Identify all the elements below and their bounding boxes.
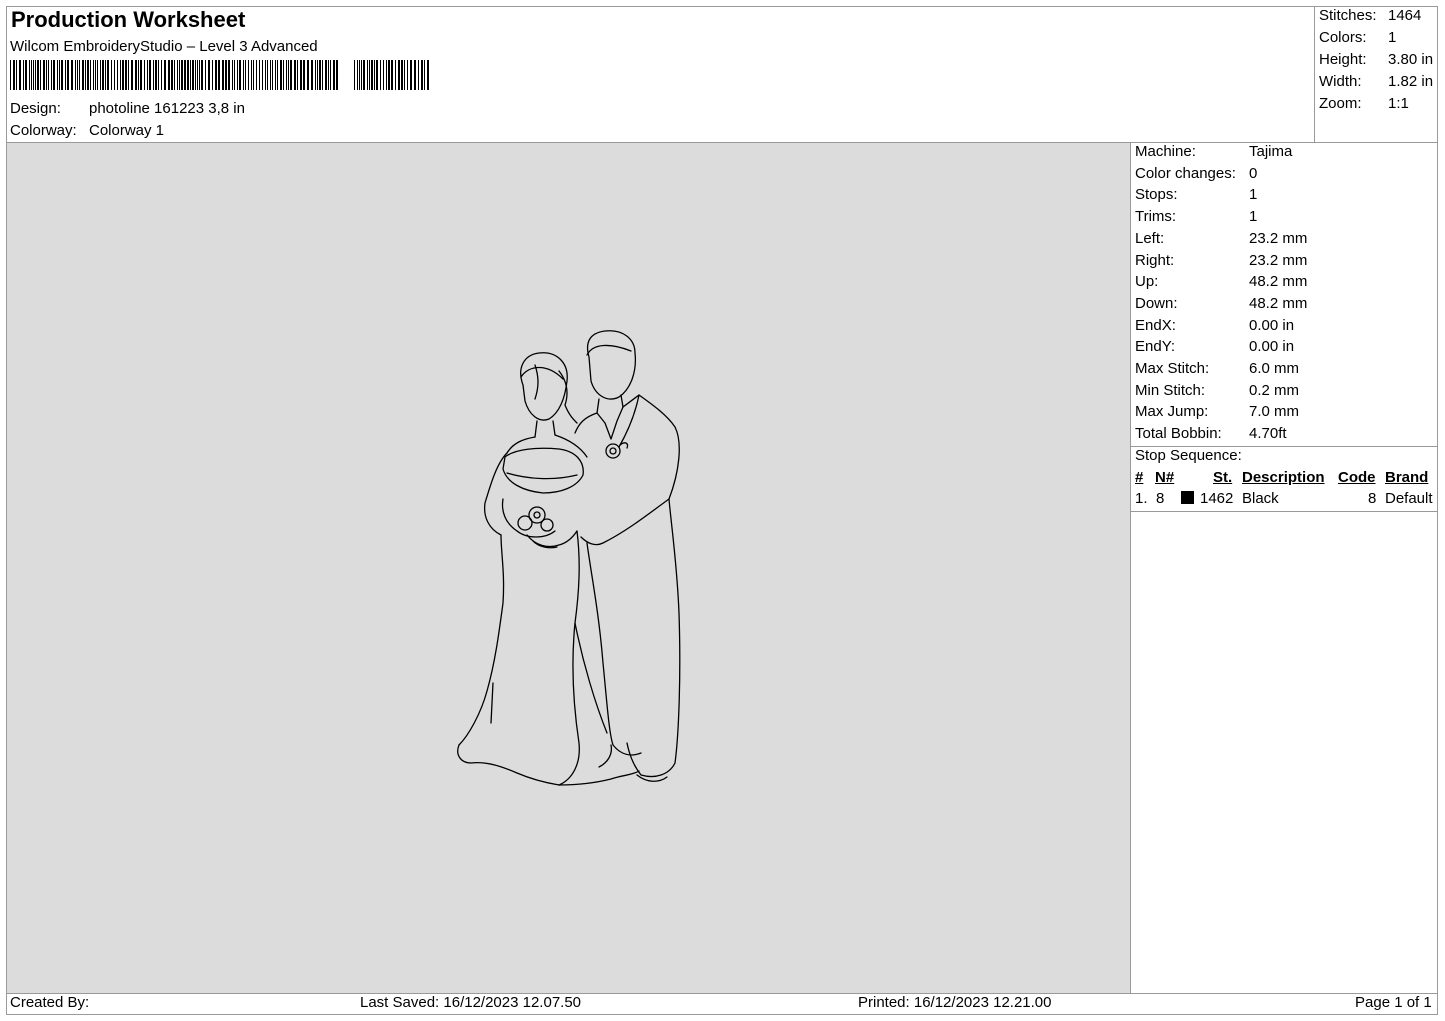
col-header-description: Description	[1242, 469, 1325, 486]
machine-info-value: 48.2 mm	[1249, 273, 1308, 291]
colorway-row: Colorway: Colorway 1	[10, 122, 164, 139]
summary-divider	[1314, 6, 1315, 142]
summary-label: Stitches:	[1319, 7, 1377, 24]
stopseq-bottom-divider	[1130, 511, 1438, 512]
machine-info-value: 23.2 mm	[1249, 229, 1308, 247]
colorway-label: Colorway:	[10, 122, 77, 139]
row-description: Black	[1242, 490, 1279, 507]
machine-info-label: EndY:	[1135, 338, 1176, 356]
machine-info-label: Machine:	[1135, 143, 1196, 160]
machine-info-label: Right:	[1135, 251, 1175, 269]
machine-info-value: Tajima	[1249, 143, 1293, 160]
machine-info-label: Color changes:	[1135, 164, 1236, 182]
machine-info-label: Total Bobbin:	[1135, 425, 1222, 443]
machine-info-label: EndX:	[1135, 316, 1176, 334]
col-header-code: Code	[1338, 469, 1376, 486]
row-brand: Default	[1385, 490, 1433, 507]
colorway-value: Colorway 1	[89, 122, 165, 139]
machine-info-label: Left:	[1135, 229, 1165, 247]
col-header-brand: Brand	[1385, 469, 1429, 486]
printed-date: Printed: 16/12/2023 12.21.00	[858, 994, 1052, 1011]
machine-info-value: 0	[1249, 164, 1258, 182]
row-stitches: 1462	[1200, 490, 1234, 507]
summary-value: 1	[1388, 29, 1397, 46]
footer-divider	[6, 993, 1438, 994]
design-row: Design: photoline 161223 3,8 in	[10, 100, 245, 117]
machine-info-label: Up:	[1135, 273, 1159, 291]
row-code: 8	[1368, 490, 1377, 507]
machine-info-value: 23.2 mm	[1249, 251, 1308, 269]
machine-info-value: 0.2 mm	[1249, 381, 1300, 399]
machine-info-label: Max Stitch:	[1135, 360, 1210, 377]
page-number: Page 1 of 1	[1355, 994, 1432, 1011]
barcode-icon	[10, 60, 429, 90]
col-header-num: #	[1135, 469, 1144, 486]
summary-value: 1464	[1388, 7, 1422, 24]
color-swatch	[1181, 491, 1194, 504]
summary-value: 1.82 in	[1388, 73, 1434, 90]
machine-info-label: Stops:	[1135, 186, 1178, 204]
summary-label: Height:	[1319, 51, 1367, 68]
row-needle: 8	[1156, 490, 1165, 507]
machine-info-label: Max Jump:	[1135, 403, 1209, 421]
machine-info-label: Trims:	[1135, 208, 1177, 226]
machine-info-value: 4.70ft	[1249, 425, 1287, 443]
machine-info-value: 1	[1249, 186, 1258, 204]
summary-value: 3.80 in	[1388, 51, 1434, 68]
summary-value: 1:1	[1388, 95, 1409, 112]
created-by: Created By:	[10, 994, 90, 1011]
sidebar-divider	[1130, 142, 1131, 993]
col-header-needle: N#	[1155, 469, 1175, 486]
machine-info-label: Min Stitch:	[1135, 381, 1206, 399]
stop-sequence-title: Stop Sequence:	[1135, 447, 1242, 464]
machine-info-value: 0.00 in	[1249, 316, 1295, 334]
summary-label: Width:	[1319, 73, 1362, 90]
design-label: Design:	[10, 100, 61, 117]
machine-info-value: 0.00 in	[1249, 338, 1295, 356]
machine-info-value: 1	[1249, 208, 1258, 226]
machine-info-value: 48.2 mm	[1249, 294, 1308, 312]
design-preview	[7, 143, 1130, 993]
row-num: 1.	[1135, 490, 1148, 507]
col-header-stitches: St.	[1213, 469, 1233, 486]
machine-info-value: 6.0 mm	[1249, 360, 1300, 377]
summary-label: Zoom:	[1319, 95, 1362, 112]
summary-label: Colors:	[1319, 29, 1367, 46]
machine-info-label: Down:	[1135, 294, 1178, 312]
design-value: photoline 161223 3,8 in	[89, 100, 245, 117]
software-name: Wilcom EmbroideryStudio – Level 3 Advanc…	[10, 38, 318, 55]
machine-info-value: 7.0 mm	[1249, 403, 1300, 421]
couple-line-art-icon	[457, 330, 681, 786]
last-saved: Last Saved: 16/12/2023 12.07.50	[360, 994, 582, 1011]
page-title: Production Worksheet	[11, 7, 246, 32]
